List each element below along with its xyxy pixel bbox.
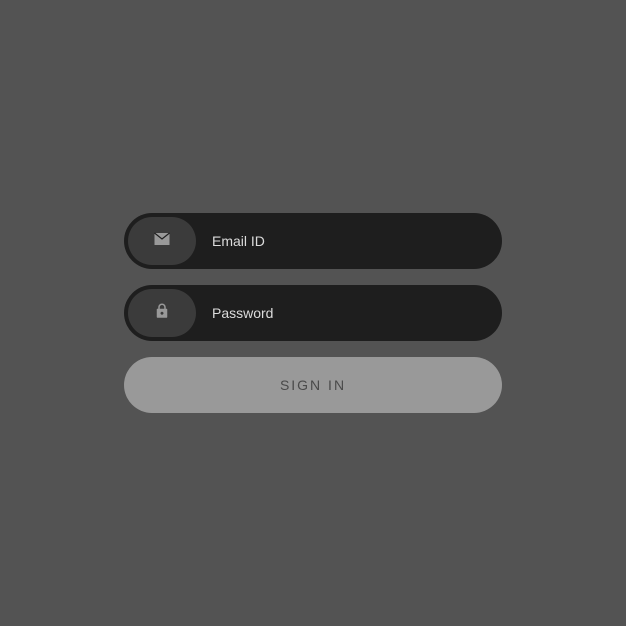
- email-field[interactable]: [196, 217, 498, 265]
- password-row: [124, 285, 502, 341]
- signin-button[interactable]: SIGN IN: [124, 357, 502, 413]
- login-form: SIGN IN: [124, 213, 502, 413]
- password-icon-bubble: [128, 289, 196, 337]
- email-row: [124, 213, 502, 269]
- envelope-icon: [153, 230, 171, 253]
- lock-icon: [153, 302, 171, 325]
- email-icon-bubble: [128, 217, 196, 265]
- password-field[interactable]: [196, 289, 498, 337]
